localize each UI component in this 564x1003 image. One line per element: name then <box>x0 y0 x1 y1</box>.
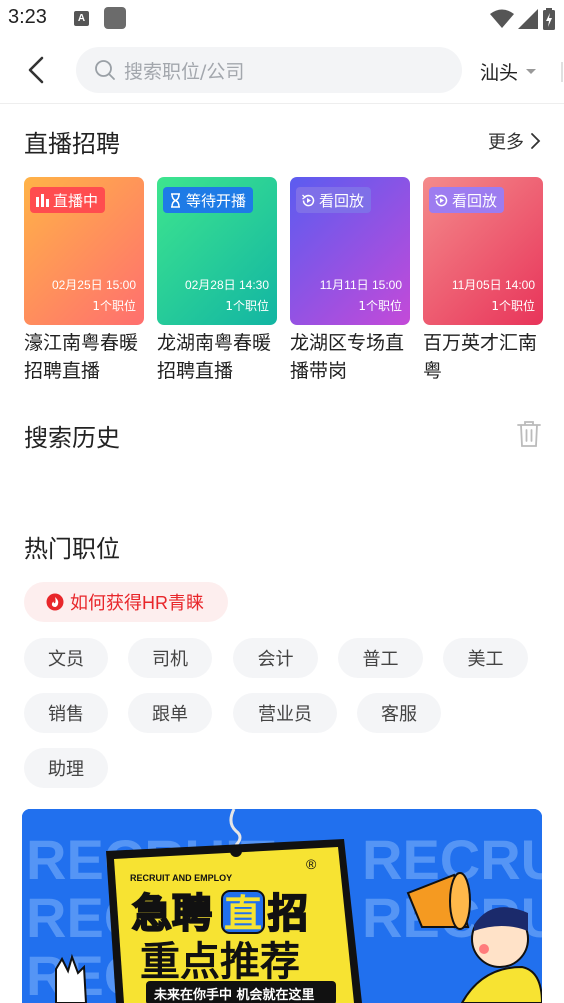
live-status-label: 看回放 <box>319 191 365 210</box>
recruit-banner[interactable]: RECRUIT RECRUIT RECRUIT RECRUIT RECRUIT … <box>22 809 542 1003</box>
chevron-down-icon <box>526 68 537 74</box>
live-status-badge: 直播中 <box>30 187 106 213</box>
job-tag[interactable]: 文员 <box>24 638 108 678</box>
status-time: 3:23 <box>8 6 47 28</box>
status-icons <box>490 8 556 30</box>
live-title: 濠江南粤春暖招聘直播 <box>24 332 139 382</box>
live-card[interactable]: 等待开播 02月28日 14:30 1个职位龙湖南粤春暖招聘直播 <box>157 177 277 385</box>
hr-tip-button[interactable]: 如何获得HR青睐 <box>24 582 228 622</box>
search-placeholder: 搜索职位/公司 <box>124 60 245 83</box>
live-cover: 看回放 11月11日 15:00 1个职位 <box>290 177 410 325</box>
banner-artwork: RECRUIT RECRUIT RECRUIT RECRUIT RECRUIT … <box>22 809 542 1003</box>
keyboard-a-icon: A <box>74 11 89 26</box>
job-tag[interactable]: 美工 <box>443 638 528 678</box>
header-divider <box>561 62 563 82</box>
more-live-link[interactable]: 更多 <box>488 128 542 154</box>
chevron-right-icon <box>531 133 541 149</box>
live-title: 百万英才汇南粤 <box>423 332 538 382</box>
live-status-badge: 看回放 <box>429 187 505 213</box>
job-tag[interactable]: 客服 <box>357 693 441 733</box>
back-arrow-icon[interactable] <box>20 52 56 88</box>
fire-circle-icon <box>46 593 64 611</box>
live-bars-icon <box>35 193 50 208</box>
banner-headline-a: 急聘 <box>132 891 212 937</box>
live-job-count: 1个职位 <box>225 299 269 313</box>
job-tag[interactable]: 助理 <box>24 748 108 788</box>
status-bar: 3:23 A <box>0 0 564 40</box>
live-status-label: 等待开播 <box>186 191 247 210</box>
live-date: 11月11日 15:00 <box>319 278 402 292</box>
hr-tip-label: 如何获得HR青睐 <box>70 593 204 613</box>
live-card[interactable]: 看回放 11月11日 15:00 1个职位龙湖区专场直播带岗 <box>290 177 410 385</box>
live-status-label: 看回放 <box>452 191 498 210</box>
live-cover: 等待开播 02月28日 14:30 1个职位 <box>157 177 277 325</box>
more-label: 更多 <box>488 132 524 153</box>
live-job-count: 1个职位 <box>92 299 136 313</box>
live-date: 02月28日 14:30 <box>184 278 269 292</box>
replay-icon <box>434 193 449 208</box>
search-input[interactable]: 搜索职位/公司 <box>76 47 462 93</box>
live-status-badge: 看回放 <box>296 187 372 213</box>
live-title: 龙湖南粤春暖招聘直播 <box>157 332 272 382</box>
banner-headline-b: 直 <box>224 892 262 936</box>
job-tag[interactable]: 会计 <box>233 638 318 678</box>
job-tag[interactable]: 销售 <box>24 693 108 733</box>
job-tag[interactable]: 司机 <box>128 638 212 678</box>
banner-headline-c: 招 <box>268 891 308 937</box>
hourglass-icon <box>168 192 183 208</box>
live-job-count: 1个职位 <box>491 299 535 313</box>
live-status-label: 直播中 <box>53 191 99 210</box>
live-job-count: 1个职位 <box>358 299 402 313</box>
live-date: 02月25日 15:00 <box>51 278 136 292</box>
job-tag[interactable]: 营业员 <box>233 693 337 733</box>
battery-charging-icon <box>543 8 555 30</box>
live-card[interactable]: 看回放 11月05日 14:00 1个职位百万英才汇南粤 <box>423 177 543 385</box>
replay-icon <box>301 193 316 208</box>
live-card[interactable]: 直播中 02月25日 15:00 1个职位濠江南粤春暖招聘直播 <box>24 177 144 385</box>
banner-reg-mark: ® <box>306 856 317 872</box>
city-label: 汕头 <box>480 61 519 84</box>
cell-signal-icon <box>518 9 538 29</box>
live-status-badge: 等待开播 <box>163 187 254 213</box>
hot-jobs-section-title: 热门职位 <box>24 535 120 563</box>
live-date: 11月05日 14:00 <box>451 278 535 292</box>
live-section-title: 直播招聘 <box>24 130 120 158</box>
banner-slogan: 未来在你手中 机会就在这里 <box>153 987 315 1003</box>
notification-square-icon <box>104 7 126 29</box>
job-tag[interactable]: 跟单 <box>128 693 212 733</box>
banner-headline-line2: 重点推荐 <box>140 939 300 985</box>
city-dropdown[interactable]: 汕头 <box>480 56 537 86</box>
live-title: 龙湖区专场直播带岗 <box>290 332 405 382</box>
search-icon <box>95 60 115 80</box>
search-header: 搜索职位/公司 汕头 <box>0 40 564 104</box>
job-tag[interactable]: 普工 <box>338 638 423 678</box>
live-cover: 看回放 11月05日 14:00 1个职位 <box>423 177 543 325</box>
live-cover: 直播中 02月25日 15:00 1个职位 <box>24 177 144 325</box>
history-section-title: 搜索历史 <box>24 424 120 452</box>
banner-small-text: RECRUIT AND EMPLOY <box>130 873 232 883</box>
wifi-icon <box>490 9 514 28</box>
trash-icon[interactable] <box>516 420 542 448</box>
